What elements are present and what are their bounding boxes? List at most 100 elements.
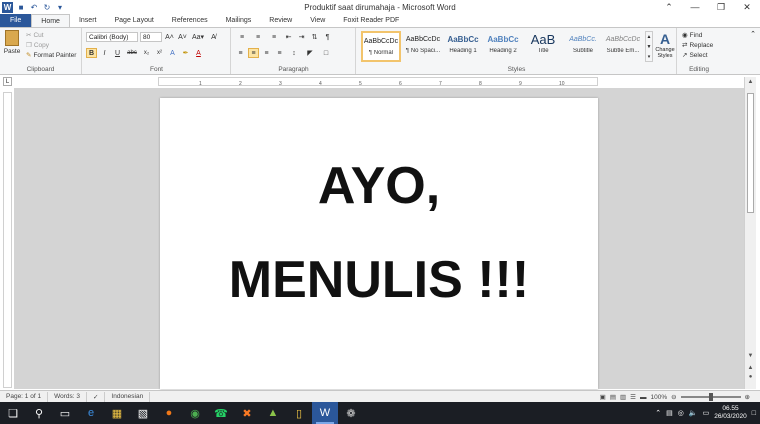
shrink-font-button[interactable]: A˅: [177, 32, 188, 42]
undo-icon[interactable]: ↶: [29, 2, 39, 12]
zoom-level[interactable]: 100%: [650, 394, 667, 401]
paint-icon[interactable]: ❁: [338, 402, 364, 424]
search-icon[interactable]: ⚲: [26, 402, 52, 424]
line-spacing-icon[interactable]: ↕: [287, 48, 301, 58]
sort-icon[interactable]: ⇅: [309, 32, 320, 42]
outline-icon[interactable]: ☰: [630, 393, 636, 401]
replace-button[interactable]: ⇄ Replace: [682, 40, 713, 50]
text-effects-icon[interactable]: A: [167, 48, 178, 58]
tab-mailings[interactable]: Mailings: [217, 14, 261, 27]
vertical-ruler[interactable]: [3, 92, 12, 388]
format-painter-button[interactable]: ✎ Format Painter: [26, 50, 76, 60]
tab-insert[interactable]: Insert: [70, 14, 106, 27]
align-center-icon[interactable]: ≡: [248, 48, 259, 58]
collapse-ribbon-icon[interactable]: ⌃: [750, 30, 756, 38]
highlight-icon[interactable]: ✒: [180, 48, 191, 58]
print-layout-icon[interactable]: ▣: [600, 393, 606, 401]
folder-icon[interactable]: ▯: [286, 402, 312, 424]
scroll-down-icon[interactable]: ▼: [745, 353, 756, 361]
font-family-select[interactable]: Calibri (Body): [86, 32, 138, 42]
select-browse-object-icon[interactable]: ●: [745, 374, 756, 382]
justify-icon[interactable]: ≡: [274, 48, 285, 58]
shading-icon[interactable]: ◤: [303, 48, 317, 58]
customize-qat-icon[interactable]: ▾: [55, 2, 65, 12]
styles-gallery-scroll[interactable]: ▲ ▼ ▾: [645, 31, 653, 62]
font-color-icon[interactable]: A: [193, 48, 204, 58]
draft-icon[interactable]: ▬: [640, 394, 647, 401]
minimize-button[interactable]: —: [682, 0, 708, 14]
tab-review[interactable]: Review: [260, 14, 301, 27]
proofing-icon[interactable]: ✓: [87, 391, 106, 402]
style-no-spacing[interactable]: AaBbCcDc ¶ No Spaci...: [403, 31, 443, 62]
italic-button[interactable]: I: [99, 48, 110, 58]
subscript-button[interactable]: x₂: [141, 48, 152, 58]
full-screen-reading-icon[interactable]: ▤: [610, 393, 616, 401]
zoom-slider-knob[interactable]: [708, 393, 713, 401]
maximize-button[interactable]: ❐: [708, 0, 734, 14]
xampp-icon[interactable]: ✖: [234, 402, 260, 424]
font-size-select[interactable]: 80: [140, 32, 162, 42]
wifi-icon[interactable]: ◎: [678, 409, 684, 417]
tab-home[interactable]: Home: [31, 14, 70, 27]
numbering-icon[interactable]: ≡: [251, 32, 265, 42]
style-subtle-emphasis[interactable]: AaBbCcDc Subtle Em...: [603, 31, 643, 62]
task-view-icon[interactable]: ▭: [52, 402, 78, 424]
redo-icon[interactable]: ↻: [42, 2, 52, 12]
tab-references[interactable]: References: [163, 14, 217, 27]
increase-indent-icon[interactable]: ⇥: [296, 32, 307, 42]
decrease-indent-icon[interactable]: ⇤: [283, 32, 294, 42]
tab-file[interactable]: File: [0, 14, 32, 27]
find-button[interactable]: ◉ Find: [682, 30, 713, 40]
underline-button[interactable]: U: [112, 48, 123, 58]
previous-page-icon[interactable]: ▲: [745, 365, 756, 373]
style-title[interactable]: AaB Title: [523, 31, 563, 62]
scroll-thumb[interactable]: [747, 93, 754, 213]
borders-icon[interactable]: □: [319, 48, 333, 58]
style-normal[interactable]: AaBbCcDc ¶ Normal: [361, 31, 401, 62]
multilevel-list-icon[interactable]: ≡: [267, 32, 281, 42]
change-styles-button[interactable]: A Change Styles: [653, 31, 677, 59]
word-logo-icon[interactable]: W: [2, 1, 13, 13]
zoom-slider[interactable]: [680, 393, 741, 401]
word-icon[interactable]: W: [312, 402, 338, 424]
paste-button[interactable]: Paste: [3, 30, 21, 56]
network-icon[interactable]: ▤: [666, 409, 673, 417]
web-layout-icon[interactable]: ▥: [620, 393, 626, 401]
help-icon[interactable]: ⌃: [656, 0, 682, 14]
bold-button[interactable]: B: [86, 48, 97, 58]
tab-view[interactable]: View: [301, 14, 334, 27]
word-count[interactable]: Words: 3: [48, 391, 87, 402]
horizontal-ruler[interactable]: 1 2 3 4 5 6 7 8 9 10: [158, 77, 598, 87]
battery-icon[interactable]: ▭: [703, 409, 710, 417]
language[interactable]: Indonesian: [105, 391, 151, 402]
chrome-icon[interactable]: ◉: [182, 402, 208, 424]
tab-selector-button[interactable]: L: [3, 77, 12, 86]
page-count[interactable]: Page: 1 of 1: [0, 391, 49, 402]
save-icon[interactable]: ■: [16, 2, 26, 12]
document-page[interactable]: AYO, MENULIS !!!: [160, 98, 598, 389]
file-explorer-icon[interactable]: ▦: [104, 402, 130, 424]
cut-button[interactable]: ✂ Cut: [26, 30, 76, 40]
firefox-icon[interactable]: ●: [156, 402, 182, 424]
bullets-icon[interactable]: ≡: [235, 32, 249, 42]
zoom-out-icon[interactable]: ⊖: [671, 393, 676, 401]
align-left-icon[interactable]: ≡: [235, 48, 246, 58]
clear-formatting-button[interactable]: A̸: [208, 32, 219, 42]
clock[interactable]: 06.55 26/03/2020: [714, 405, 747, 421]
style-heading-2[interactable]: AaBbCc Heading 2: [483, 31, 523, 62]
strikethrough-button[interactable]: abc: [125, 48, 139, 58]
zoom-in-icon[interactable]: ⊕: [745, 393, 750, 401]
style-heading-1[interactable]: AaBbCc Heading 1: [443, 31, 483, 62]
align-right-icon[interactable]: ≡: [261, 48, 272, 58]
notifications-icon[interactable]: □: [752, 410, 756, 417]
scroll-up-icon[interactable]: ▲: [745, 79, 756, 87]
select-button[interactable]: ↗ Select: [682, 50, 713, 60]
grow-font-button[interactable]: A˄: [164, 32, 175, 42]
tab-foxit-reader-pdf[interactable]: Foxit Reader PDF: [334, 14, 408, 27]
volume-icon[interactable]: 🔈: [689, 409, 698, 417]
tab-page-layout[interactable]: Page Layout: [105, 14, 162, 27]
style-subtitle[interactable]: AaBbCc. Subtitle: [563, 31, 603, 62]
edge-icon[interactable]: e: [78, 402, 104, 424]
whatsapp-icon[interactable]: ☎: [208, 402, 234, 424]
vertical-scrollbar[interactable]: ▲ ▼ ▲ ●: [744, 77, 756, 389]
